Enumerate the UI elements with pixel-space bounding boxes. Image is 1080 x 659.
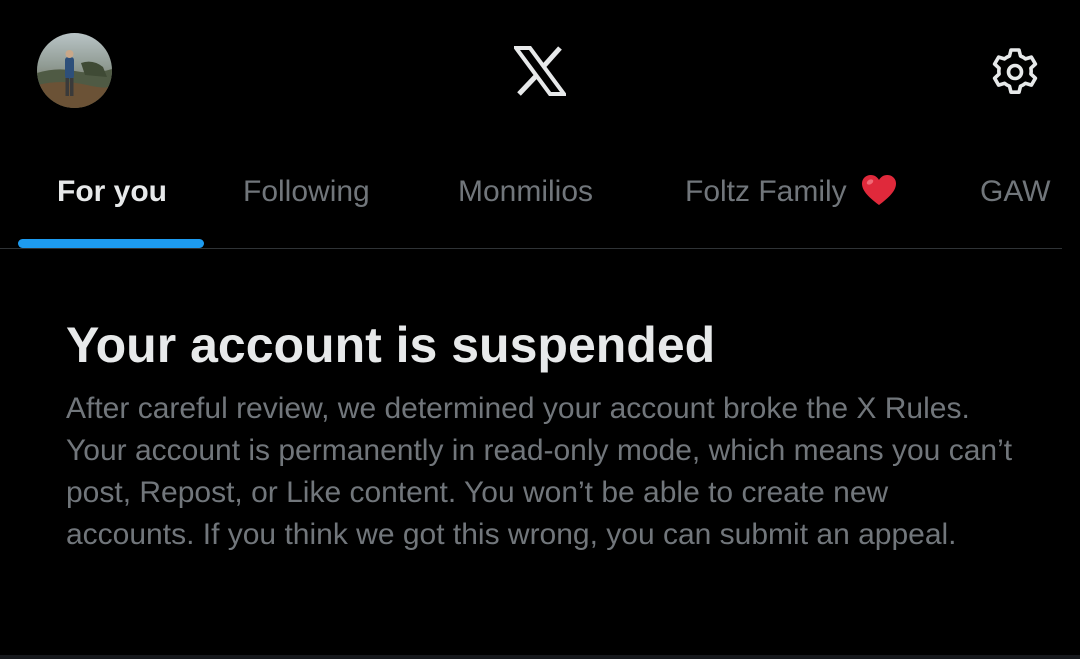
notice-body: After careful review, we determined your… [66,392,1013,551]
timeline-tabs: For you Following Monmilios Foltz Family… [0,150,1062,249]
tab-for-you[interactable]: For you [57,172,167,212]
bottom-divider [0,655,1080,659]
notice-title: Your account is suspended [66,317,716,373]
heart-icon [862,175,897,205]
tab-gaw[interactable]: GAW [980,172,1051,212]
suspension-notice: Your account is suspended After careful … [66,316,1026,556]
tab-following[interactable]: Following [243,172,370,212]
avatar[interactable] [37,33,112,108]
tab-label: GAW [980,175,1051,208]
tab-label: For you [57,175,167,208]
x-logo-icon[interactable] [512,46,568,96]
gear-icon[interactable] [989,46,1041,98]
tab-monmilios[interactable]: Monmilios [458,172,593,212]
tab-foltz-family[interactable]: Foltz Family [685,172,897,212]
tab-label: Following [243,175,370,208]
top-bar [0,0,1080,145]
tab-label: Monmilios [458,175,594,208]
tab-label: Foltz Family [685,175,847,208]
tab-scroll-fade [1048,150,1062,247]
active-tab-indicator [18,239,204,248]
profile-photo [37,33,112,108]
